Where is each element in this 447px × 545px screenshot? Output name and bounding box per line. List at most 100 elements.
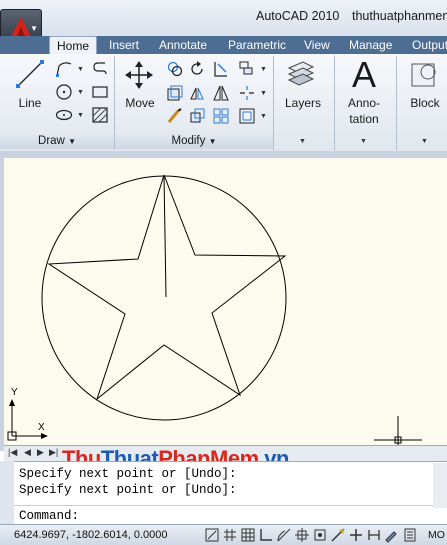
prev-layout-icon[interactable]: ◀	[24, 447, 31, 458]
block-icon	[411, 63, 436, 87]
trim-button[interactable]	[212, 60, 230, 78]
fillet-button[interactable]	[91, 60, 109, 78]
quick-properties-button[interactable]	[384, 527, 400, 543]
modify-panel-label[interactable]: Modify ▼	[115, 133, 273, 149]
copy-button[interactable]	[166, 60, 184, 78]
tab-insert[interactable]: Insert	[109, 36, 139, 54]
ellipse-button[interactable]	[55, 106, 73, 124]
tab-output[interactable]: Output	[412, 36, 447, 54]
polar-tracking-icon	[277, 528, 291, 542]
annotation-dropdown-icon[interactable]: ▼	[360, 138, 367, 145]
array-dropdown-icon[interactable]: ▼	[260, 66, 267, 73]
status-bar: 6424.9697, -1802.6014, 0.0000 MO	[0, 524, 447, 545]
ellipse-dropdown-icon[interactable]: ▼	[77, 112, 84, 119]
selection-cycling-icon	[404, 528, 416, 542]
polyline-dropdown-icon[interactable]: ▼	[77, 66, 84, 73]
command-prompt[interactable]: Command:	[19, 509, 79, 523]
object-snap-button[interactable]	[294, 527, 310, 543]
layers-dropdown-icon[interactable]: ▼	[299, 138, 306, 145]
polar-tracking-button[interactable]	[276, 527, 292, 543]
modify-extra-dropdown-icon[interactable]: ▼	[260, 113, 267, 120]
copy-icon	[167, 61, 183, 77]
fillet-icon	[240, 86, 254, 100]
spline-icon	[93, 62, 107, 75]
viewport-border	[0, 151, 447, 158]
drawing-canvas[interactable]: Y X	[4, 158, 447, 445]
model-space-toggle[interactable]: MO	[428, 529, 445, 541]
next-layout-icon[interactable]: ▶	[37, 447, 44, 458]
rectangle-button[interactable]	[91, 83, 109, 101]
polyline-button[interactable]	[55, 60, 73, 78]
draw-panel-expand-icon[interactable]: ▼	[68, 137, 76, 146]
circle-button[interactable]	[55, 83, 73, 101]
mirror2-button[interactable]	[212, 84, 230, 102]
dynamic-ucs-icon	[331, 528, 345, 542]
stretch-button[interactable]	[166, 84, 184, 102]
fillet-dropdown-icon[interactable]: ▼	[260, 90, 267, 97]
hatch-button[interactable]	[91, 106, 109, 124]
explode-icon	[213, 108, 229, 124]
tab-parametric[interactable]: Parametric	[228, 36, 286, 54]
explode-button[interactable]	[212, 107, 230, 125]
hatch-icon	[92, 107, 108, 123]
modify-extra-button[interactable]	[238, 107, 256, 125]
block-button[interactable]	[408, 58, 440, 90]
coordinate-readout[interactable]: 6424.9697, -1802.6014, 0.0000	[14, 529, 168, 541]
trim-icon	[214, 62, 227, 77]
circle-dropdown-icon[interactable]: ▼	[77, 89, 84, 96]
modify-panel-title: Modify	[171, 135, 206, 147]
tab-manage[interactable]: Manage	[349, 36, 392, 54]
line-label: Line	[18, 96, 42, 110]
dynamic-input-button[interactable]	[348, 527, 364, 543]
tab-home[interactable]: Home	[49, 36, 98, 54]
annotation-a-icon[interactable]: A	[346, 54, 382, 96]
grid-display-button[interactable]	[240, 527, 256, 543]
3d-object-snap-button[interactable]	[312, 527, 328, 543]
panel-divider	[396, 56, 397, 150]
selection-cycling-button[interactable]	[402, 527, 418, 543]
mirror-triangle-icon	[213, 85, 229, 101]
command-scrollbar[interactable]	[433, 463, 447, 508]
grid-icon	[241, 528, 255, 542]
object-snap-tracking-icon	[314, 529, 326, 541]
draw-panel-label[interactable]: Draw ▼	[0, 133, 114, 149]
scale-button[interactable]	[166, 107, 184, 125]
show-lineweight-button[interactable]	[366, 527, 382, 543]
last-layout-icon[interactable]: ▶|	[49, 447, 58, 458]
block-label: Block	[410, 96, 440, 110]
ucs-x-arrow	[41, 433, 48, 439]
annotation-label-line2: tation	[349, 112, 379, 126]
infer-constraints-icon	[205, 528, 219, 542]
ortho-mode-button[interactable]	[258, 527, 274, 543]
fillet-tool-button[interactable]	[238, 84, 256, 102]
line-tool-button[interactable]	[14, 58, 46, 90]
modify-panel-expand-icon[interactable]: ▼	[209, 137, 217, 146]
snap-mode-button[interactable]	[222, 527, 238, 543]
rotate-icon	[191, 61, 203, 75]
rotate-button[interactable]	[188, 60, 206, 78]
mirror-button[interactable]	[188, 84, 206, 102]
app-menu-caret-icon: ▼	[30, 24, 38, 33]
polyline-icon	[56, 62, 72, 77]
dynamic-ucs-button[interactable]	[330, 527, 346, 543]
ucs-y-arrow	[9, 399, 15, 406]
offset-button[interactable]	[188, 107, 206, 125]
ucs-x-label: X	[38, 422, 45, 433]
stretch-icon	[167, 85, 183, 101]
tab-annotate[interactable]: Annotate	[159, 36, 207, 54]
drawing-circle	[41, 175, 287, 421]
layers-button[interactable]	[285, 58, 317, 90]
panel-divider	[273, 56, 274, 150]
infer-constraints-button[interactable]	[204, 527, 220, 543]
tab-view[interactable]: View	[304, 36, 330, 54]
command-history-line: Specify next point or [Undo]:	[19, 483, 237, 497]
command-divider	[14, 505, 447, 506]
block-dropdown-icon[interactable]: ▼	[421, 138, 428, 145]
first-layout-icon[interactable]: |◀	[8, 447, 17, 458]
array-button[interactable]	[238, 60, 256, 78]
move-tool-button[interactable]	[124, 60, 154, 90]
annotation-label-line1: Anno-	[347, 96, 381, 110]
move-icon	[125, 61, 153, 89]
offset-icon	[190, 108, 205, 123]
command-window-grip[interactable]	[0, 461, 14, 524]
